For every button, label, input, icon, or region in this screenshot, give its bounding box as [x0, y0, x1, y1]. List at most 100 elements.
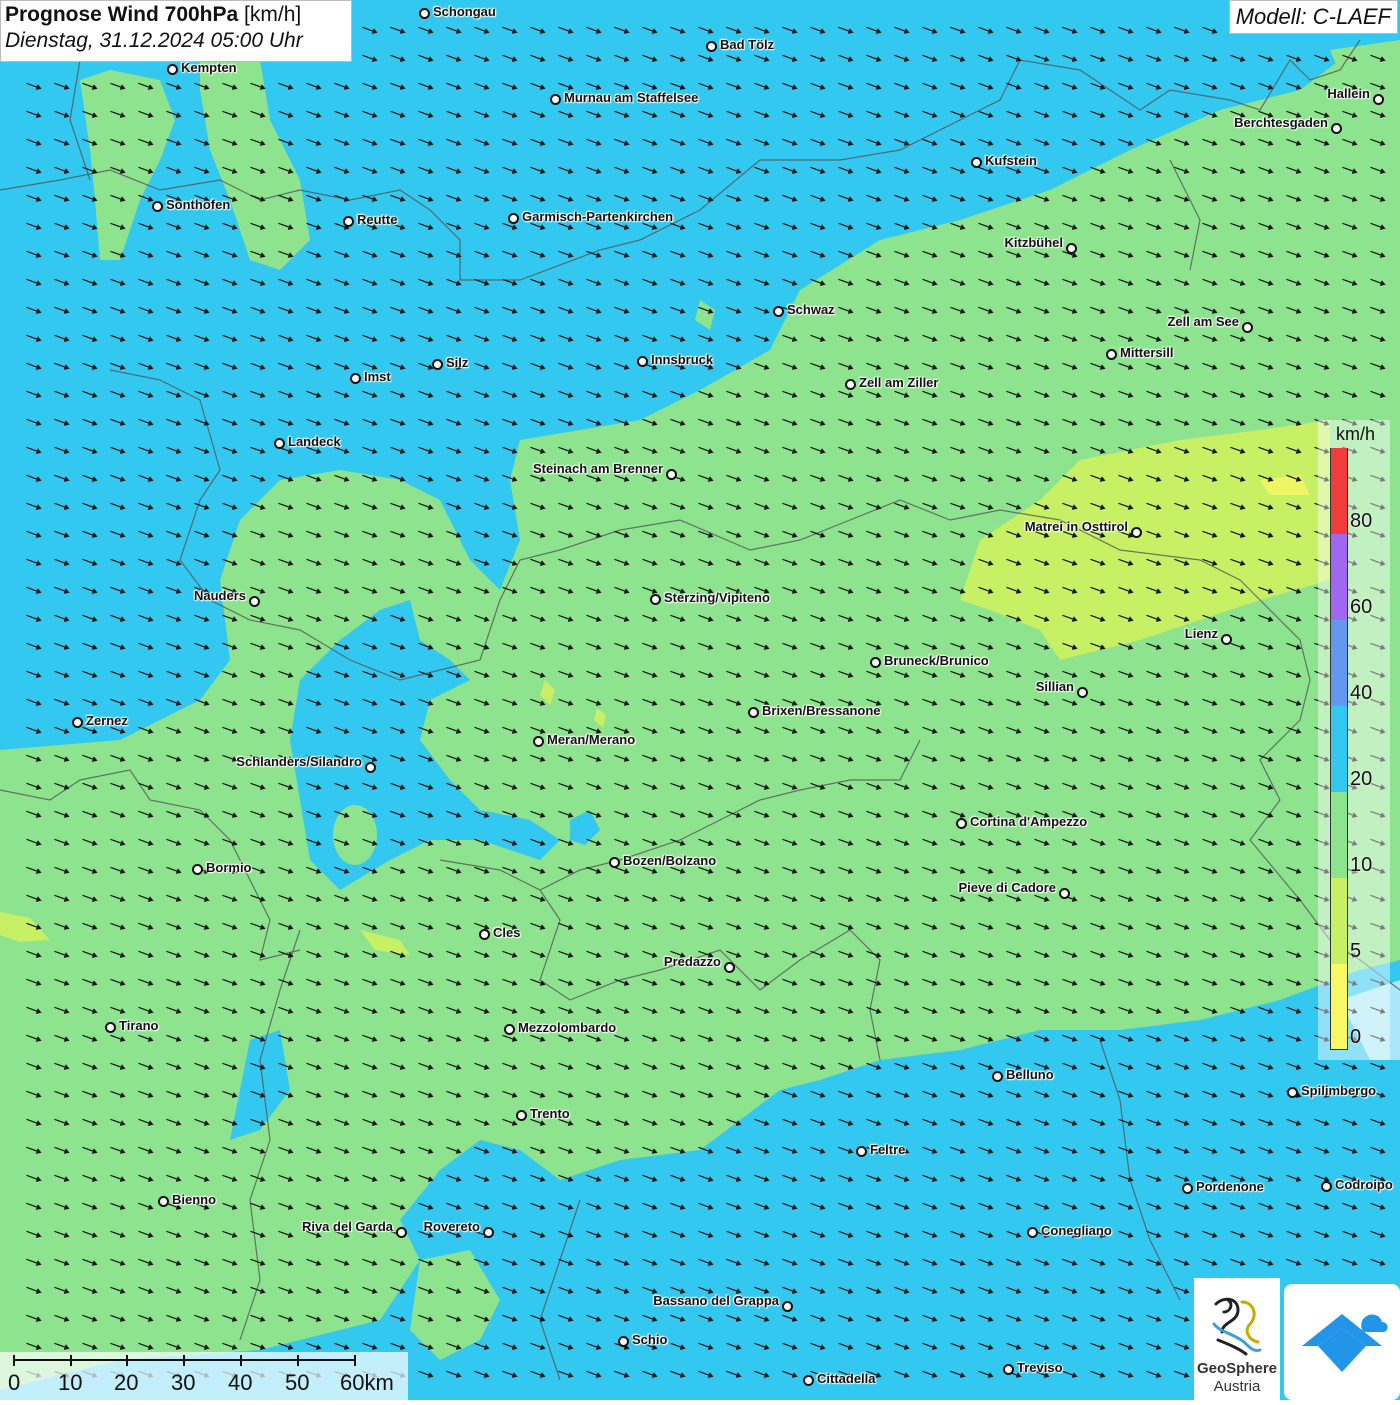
- wind-arrow: [978, 1174, 994, 1182]
- city-label: Predazzo: [664, 954, 735, 973]
- wind-arrow: [866, 754, 882, 762]
- wind-arrow: [1202, 950, 1218, 958]
- wind-arrow: [670, 110, 686, 118]
- wind-arrow: [1370, 334, 1386, 342]
- wind-arrow: [866, 530, 882, 538]
- wind-arrow: [726, 1118, 742, 1126]
- legend-label-0: 0: [1350, 1026, 1362, 1048]
- wind-arrow: [1006, 222, 1022, 230]
- wind-arrow: [1286, 698, 1302, 706]
- wind-arrow: [1202, 810, 1218, 818]
- wind-arrow: [1118, 1202, 1134, 1210]
- wind-arrow: [1174, 1146, 1190, 1154]
- wind-arrow: [1006, 558, 1022, 566]
- wind-arrow: [474, 866, 490, 874]
- wind-arrow: [278, 1258, 294, 1266]
- wind-arrow: [1286, 306, 1302, 314]
- wind-arrow: [418, 1034, 434, 1042]
- wind-arrow: [362, 82, 378, 90]
- wind-arrow: [26, 138, 42, 146]
- wind-arrow: [1006, 194, 1022, 202]
- wind-arrow: [26, 698, 42, 706]
- wind-arrow: [82, 950, 98, 958]
- wind-arrow: [362, 642, 378, 650]
- wind-arrow: [1034, 642, 1050, 650]
- wind-arrow: [502, 614, 518, 622]
- city-name: Bruneck/Brunico: [884, 653, 989, 668]
- wind-arrow: [1034, 978, 1050, 986]
- wind-arrow: [754, 810, 770, 818]
- wind-arrow: [1090, 894, 1106, 902]
- wind-arrow: [194, 1314, 210, 1322]
- wind-arrow: [1258, 138, 1274, 146]
- wind-arrow: [922, 278, 938, 286]
- wind-arrow: [1006, 334, 1022, 342]
- wind-arrow: [250, 362, 266, 370]
- wind-arrow: [1230, 138, 1246, 146]
- wind-arrow: [54, 530, 70, 538]
- wind-arrow: [194, 306, 210, 314]
- wind-arrow: [54, 1286, 70, 1294]
- wind-arrow: [1258, 642, 1274, 650]
- city-label: Nauders: [194, 588, 260, 607]
- wind-arrow: [222, 138, 238, 146]
- wind-arrow: [1090, 866, 1106, 874]
- wind-arrow: [1202, 726, 1218, 734]
- geosphere-logo[interactable]: GeoSphere Austria: [1194, 1278, 1280, 1400]
- wind-arrow: [1230, 390, 1246, 398]
- wind-arrow: [278, 1286, 294, 1294]
- wind-arrow: [810, 922, 826, 930]
- wind-arrow: [1230, 278, 1246, 286]
- wind-arrow: [558, 670, 574, 678]
- wind-arrow: [1118, 726, 1134, 734]
- wind-arrow: [474, 334, 490, 342]
- wind-arrow: [1062, 642, 1078, 650]
- wind-arrow: [1370, 1202, 1386, 1210]
- wind-arrow: [1090, 306, 1106, 314]
- wind-arrow: [194, 838, 210, 846]
- city-marker-icon: [350, 373, 361, 384]
- wind-arrow: [1090, 810, 1106, 818]
- wind-arrow: [502, 138, 518, 146]
- wind-arrow: [278, 1090, 294, 1098]
- wind-arrow: [474, 222, 490, 230]
- wind-arrow: [950, 138, 966, 146]
- wind-arrow: [894, 1174, 910, 1182]
- wind-arrow: [642, 278, 658, 286]
- wind-arrow: [1230, 726, 1246, 734]
- wind-arrow: [446, 474, 462, 482]
- wind-arrow: [474, 1342, 490, 1350]
- city-label: Garmisch-Partenkirchen: [508, 209, 673, 224]
- wind-arrow: [1258, 54, 1274, 62]
- wind-arrow: [978, 1146, 994, 1154]
- wind-arrow: [334, 110, 350, 118]
- wind-arrow: [306, 1146, 322, 1154]
- wind-arrow: [1230, 166, 1246, 174]
- city-name: Bormio: [206, 860, 252, 875]
- app-logo[interactable]: [1284, 1284, 1400, 1400]
- wind-arrow: [894, 1090, 910, 1098]
- wind-arrow: [922, 1090, 938, 1098]
- wind-arrow: [82, 502, 98, 510]
- wind-arrow: [446, 922, 462, 930]
- city-name: Sterzing/Vipiteno: [664, 590, 770, 605]
- wind-arrow: [614, 1174, 630, 1182]
- city-label: Bienno: [158, 1192, 216, 1207]
- wind-map[interactable]: Schongau Bad Tölz Kempten Murnau am Staffel…: [0, 0, 1400, 1400]
- wind-arrow: [82, 1202, 98, 1210]
- wind-arrow: [670, 250, 686, 258]
- wind-arrow: [502, 390, 518, 398]
- wind-arrow: [446, 446, 462, 454]
- wind-arrow: [586, 54, 602, 62]
- wind-arrow: [614, 334, 630, 342]
- city-marker-icon: [706, 41, 717, 52]
- wind-arrow: [334, 278, 350, 286]
- wind-arrow: [418, 894, 434, 902]
- wind-arrow: [1034, 1202, 1050, 1210]
- wind-arrow: [754, 222, 770, 230]
- wind-arrow: [530, 670, 546, 678]
- wind-arrow: [1286, 194, 1302, 202]
- wind-arrow: [810, 726, 826, 734]
- wind-arrow: [1062, 166, 1078, 174]
- wind-arrow: [642, 978, 658, 986]
